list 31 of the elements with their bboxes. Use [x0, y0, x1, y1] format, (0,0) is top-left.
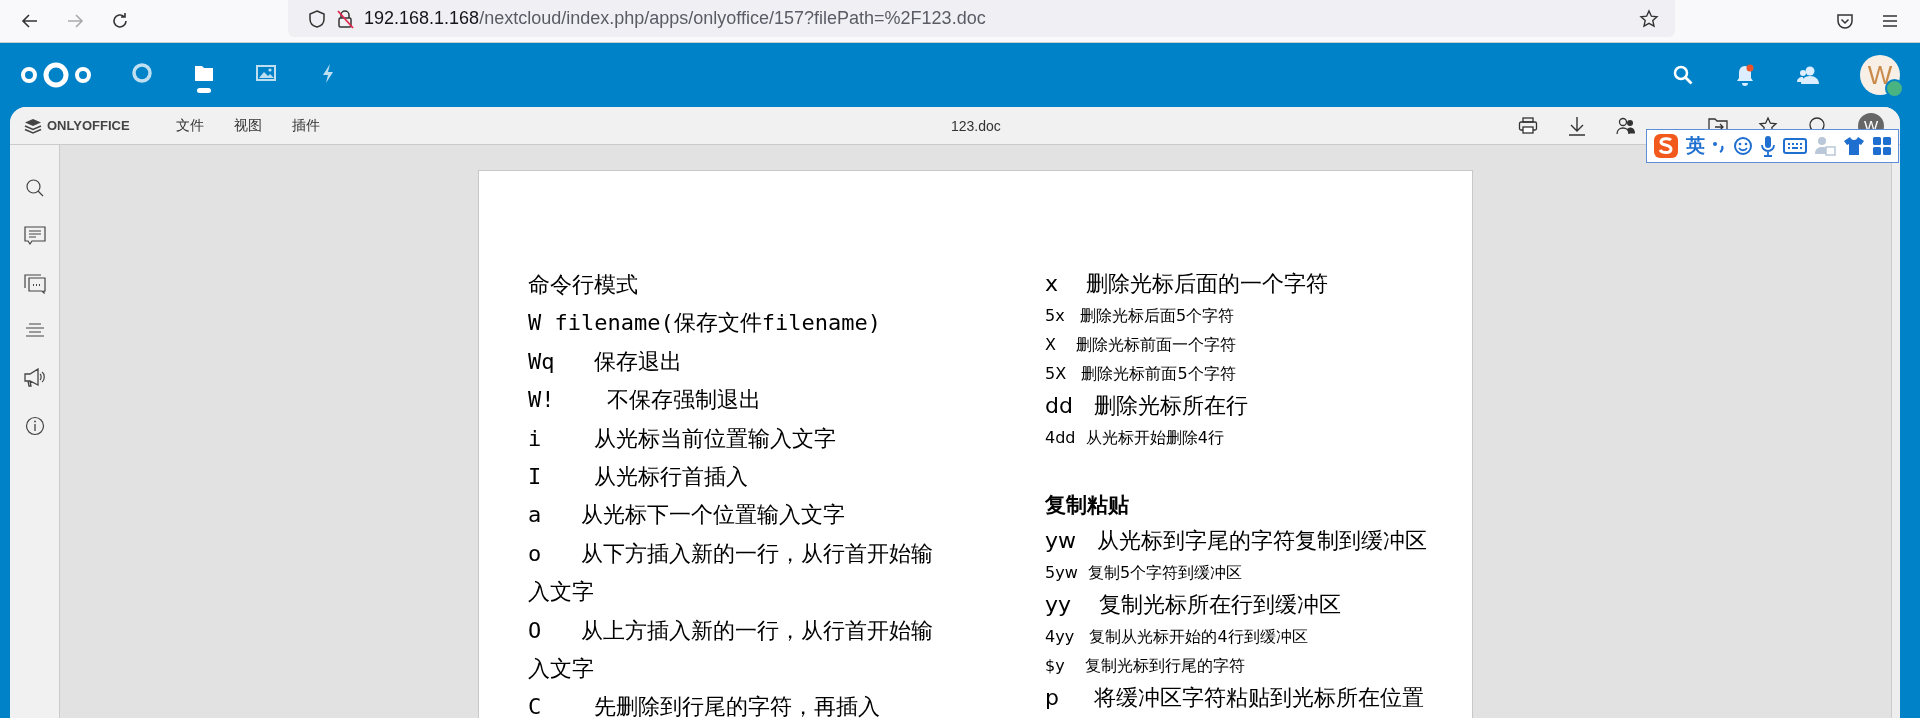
document-line: 命令行模式 [528, 271, 639, 299]
document-line: dd 删除光标所在行 [1045, 392, 1249, 420]
editor-logo-text: ONLYOFFICE [47, 118, 130, 133]
document-line: $y 复制光标到行尾的字符 [1045, 655, 1246, 677]
document-line: yw 从光标到字尾的字符复制到缓冲区 [1045, 527, 1427, 555]
document-line: W filename(保存文件filename) [528, 309, 882, 338]
menu-item[interactable]: 视图 [233, 116, 262, 135]
document-line: yy 复制光标所在行到缓冲区 [1045, 591, 1342, 619]
document-line: 4dd 从光标开始删除4行 [1045, 427, 1225, 449]
file-name: 123.doc [951, 117, 1001, 134]
document-line: 4yy 复制从光标开始的4行到缓冲区 [1045, 626, 1309, 648]
document-line: O 从上方插入新的一行，从行首开始输入文字 [528, 616, 934, 684]
document-line: C 先删除到行尾的字符，再插入 [528, 693, 882, 718]
document-line: X 删除光标前面一个字符 [1045, 334, 1238, 356]
document-line: x 删除光标后面的一个字符 [1045, 270, 1329, 298]
section-heading: 复制粘贴 [1045, 492, 1130, 519]
menu-item[interactable]: 插件 [291, 116, 320, 135]
document-line: I 从光标行首插入 [528, 463, 750, 492]
document-line: 5X 删除光标前面5个字符 [1045, 363, 1237, 385]
document-line: 5x 删除光标后面5个字符 [1045, 305, 1236, 327]
document-line: 5yw 复制5个字符到缓冲区 [1045, 562, 1244, 584]
document-line: a 从光标下一个位置输入文字 [528, 501, 846, 530]
document-line: p 将缓冲区字符粘贴到光标所在位置 [1045, 684, 1425, 712]
language-mode[interactable]: 英 [1686, 133, 1705, 159]
document-line: W! 不保存强制退出 [528, 386, 763, 415]
document-line: i 从光标当前位置输入文字 [528, 424, 838, 453]
url-text: 192.168.1.168/nextcloud/index.php/apps/onlyoffice/157?filePath=%2F123.doc [364, 8, 986, 29]
document-line: o 从下方插入新的一行，从行首开始输入文字 [528, 539, 934, 607]
address-bar[interactable]: 192.168.1.168/nextcloud/index.php/apps/onlyoffice/157?filePath=%2F123.doc [288, 0, 1675, 37]
menu-item[interactable]: 文件 [175, 116, 204, 135]
document-line: Wq 保存退出 [528, 347, 684, 376]
